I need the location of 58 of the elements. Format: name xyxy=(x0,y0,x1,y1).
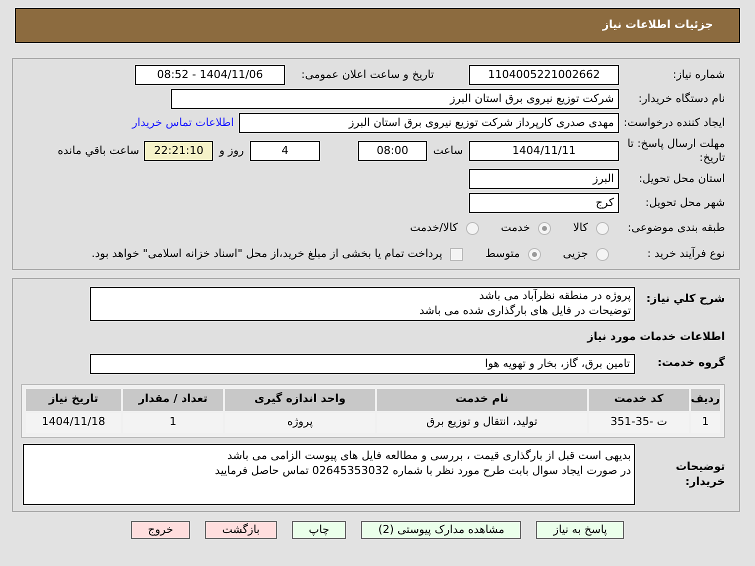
field-label: نام دستگاه خریدار: xyxy=(637,90,725,107)
buyer-contact-link[interactable]: اطلاعات تماس خریدار xyxy=(132,114,234,132)
field-label: شهر محل تحویل: xyxy=(644,194,725,211)
radio-button[interactable] xyxy=(538,222,552,234)
radio-button[interactable] xyxy=(528,248,541,260)
field-label: استان محل تحویل: xyxy=(638,170,725,187)
deadline-date-field[interactable]: 1404/11/11 xyxy=(469,141,619,161)
deadline-time-field[interactable]: 08:00 xyxy=(358,141,427,161)
action-button[interactable]: بازگشت xyxy=(205,520,277,538)
need-number-field[interactable]: 1104005221002662 xyxy=(469,65,619,85)
action-button[interactable]: خروج xyxy=(130,520,190,538)
notes-line: بدیهی است قبل از بارگذاری قیمت ، بررسی و مطالعه فایل های پیوست الزامی می باشد xyxy=(226,448,631,462)
field-label: ساعت xyxy=(432,142,463,159)
days-field[interactable]: 4 xyxy=(250,141,320,161)
payment-checkbox[interactable] xyxy=(450,248,464,260)
field-label: جزیی xyxy=(562,246,588,262)
column-header: نام خدمت xyxy=(377,388,587,410)
field-label: خدمت xyxy=(500,220,530,236)
field-label: متوسط xyxy=(485,246,520,262)
field-label: گروه خدمت: xyxy=(656,355,725,372)
column-header: کد خدمت xyxy=(588,388,689,410)
column-header: تاریخ نیاز xyxy=(26,388,121,410)
field-label: نوع فرآیند خرید : xyxy=(646,246,725,262)
field-label: ایجاد کننده درخواست: xyxy=(622,114,725,131)
field-label: کالا/خدمت xyxy=(410,220,458,236)
field-label: پرداخت تمام یا بخشی از مبلغ خرید،از محل "اسناد خزانه اسلامی" خواهد بود. xyxy=(92,246,442,262)
field-label: شرح کلي نياز: xyxy=(645,291,725,307)
description-line: پروژه در منطقه نظرآباد می باشد xyxy=(478,288,631,303)
field-label: ساعت باقي مانده xyxy=(58,142,140,159)
description-line: توضیحات در فایل های بارگذاری شده می باشد xyxy=(418,303,631,318)
action-button[interactable]: چاپ xyxy=(292,520,346,538)
field-label: تاریخ و ساعت اعلان عمومی: xyxy=(300,66,434,83)
field-label: توضیحات خریدار: xyxy=(674,459,725,489)
column-header: تعداد / مقدار xyxy=(123,388,223,410)
field-label: شماره نیاز: xyxy=(672,66,725,83)
field-label: طبقه بندی موضوعی: xyxy=(626,220,725,236)
page-header: جزئیات اطلاعات نیاز xyxy=(15,8,740,43)
action-button[interactable]: مشاهده مدارک پیوستی (2) xyxy=(361,520,522,538)
section-heading: اطلاعات خدمات مورد نیاز xyxy=(586,329,725,345)
city-field[interactable]: کرج xyxy=(469,193,619,213)
field-label: کالا xyxy=(573,220,588,236)
service-group-field[interactable]: تامین برق، گاز، بخار و تهویه هوا xyxy=(90,354,635,374)
column-header: ردیف xyxy=(690,388,720,410)
column-header: واحد اندازه گیری xyxy=(225,388,375,410)
radio-button[interactable] xyxy=(466,222,479,234)
remaining-time-field[interactable]: 22:21:10 xyxy=(144,141,214,161)
buyer-org-field[interactable]: شرکت توزیع نیروی برق استان البرز xyxy=(171,89,619,109)
notes-line: در صورت ایجاد سوال بابت طرح مورد نظر با شماره 02645353032 تماس حاصل فرمایید xyxy=(214,462,631,478)
announce-date-field[interactable]: 1404/11/06 - 08:52 xyxy=(135,65,285,85)
radio-button[interactable] xyxy=(596,248,609,260)
requester-field[interactable]: مهدی صدری کارپرداز شرکت توزیع نیروی برق استان البرز xyxy=(239,113,619,133)
field-label: مهلت ارسال پاسخ: تا تاریخ: xyxy=(626,137,725,165)
description-textarea[interactable]: پروژه در منطقه نظرآباد می باشد توضیحات در فایل های بارگذاری شده می باشد xyxy=(90,287,635,321)
field-label: روز و xyxy=(219,142,244,159)
province-field[interactable]: البرز xyxy=(469,169,619,189)
action-button[interactable]: پاسخ به نیاز xyxy=(536,520,624,538)
radio-button[interactable] xyxy=(596,222,609,234)
buyer-notes-textarea[interactable]: بدیهی است قبل از بارگذاری قیمت ، بررسی و مطالعه فایل های پیوست الزامی می باشد در صورت ایجاد سوال بابت طرح مورد نظر با شماره 02645353032 تماس حاصل فرمایید xyxy=(23,444,635,504)
